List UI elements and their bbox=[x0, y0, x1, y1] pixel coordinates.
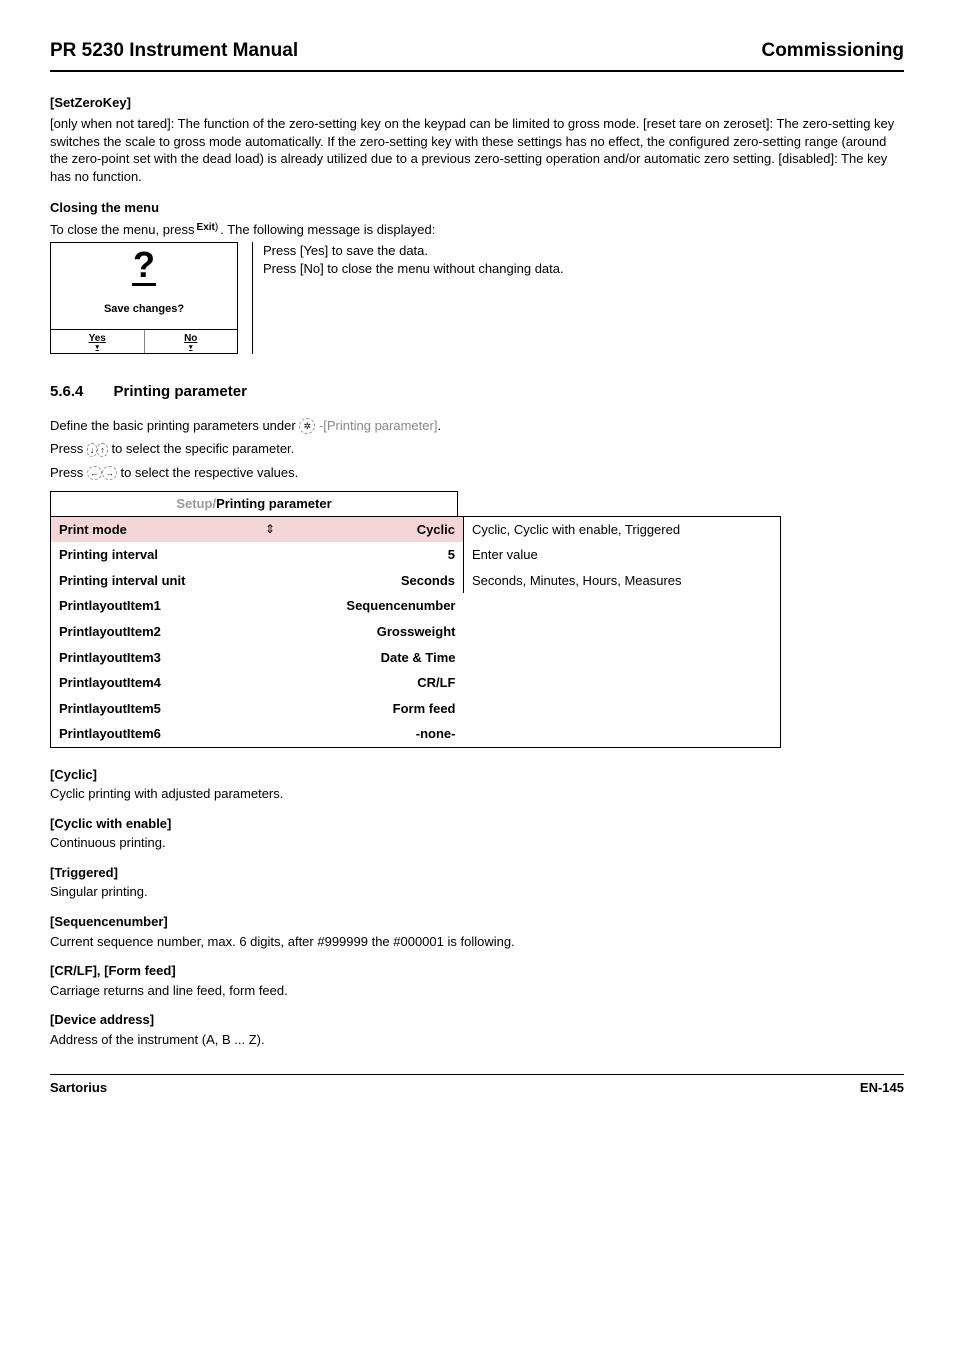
definition-body: Singular printing. bbox=[50, 883, 904, 901]
left-key-icon: ← bbox=[87, 466, 102, 480]
param-note: Cyclic, Cyclic with enable, Triggered bbox=[464, 516, 781, 542]
page-header: PR 5230 Instrument Manual Commissioning bbox=[50, 38, 904, 72]
exit-key-icon: Exit bbox=[197, 221, 219, 235]
header-right: Commissioning bbox=[761, 38, 904, 64]
definition-body: Current sequence number, max. 6 digits, … bbox=[50, 933, 904, 951]
section-heading: 5.6.4 Printing parameter bbox=[50, 382, 904, 402]
table-row: Printing interval unitSecondsSeconds, Mi… bbox=[51, 568, 781, 594]
setzerokey-body: [only when not tared]: The function of t… bbox=[50, 115, 904, 185]
param-label: PrintlayoutItem2 bbox=[51, 619, 258, 645]
lcd-save-text: Save changes? bbox=[51, 286, 237, 329]
table-row: Print mode⇕CyclicCyclic, Cyclic with ena… bbox=[51, 516, 781, 542]
definition-block: [Cyclic with enable]Continuous printing. bbox=[50, 815, 904, 852]
definition-title: [CR/LF], [Form feed] bbox=[50, 962, 904, 980]
table-row: PrintlayoutItem1Sequencenumber bbox=[51, 593, 781, 619]
press-yes-text: Press [Yes] to save the data. bbox=[263, 242, 564, 260]
param-value: -none- bbox=[257, 721, 464, 747]
lcd-screenshot: ? Save changes? Yes▾ No▾ bbox=[50, 242, 238, 354]
param-value: ⇕Cyclic bbox=[257, 516, 464, 542]
param-table: Print mode⇕CyclicCyclic, Cyclic with ena… bbox=[50, 516, 781, 748]
closing-line-post: . The following message is displayed: bbox=[220, 221, 435, 239]
closing-line: To close the menu, press Exit . The foll… bbox=[50, 221, 904, 239]
definition-title: [Device address] bbox=[50, 1011, 904, 1029]
param-label: PrintlayoutItem3 bbox=[51, 645, 258, 671]
table-header-grey: Setup/ bbox=[176, 496, 216, 511]
param-value: CR/LF bbox=[257, 670, 464, 696]
table-header-bold: Printing parameter bbox=[216, 496, 332, 511]
definition-body: Carriage returns and line feed, form fee… bbox=[50, 982, 904, 1000]
param-value: Grossweight bbox=[257, 619, 464, 645]
param-label: Printing interval bbox=[51, 542, 258, 568]
press-updown-line: Press ↓↑ to select the specific paramete… bbox=[50, 440, 904, 458]
table-row: PrintlayoutItem2Grossweight bbox=[51, 619, 781, 645]
param-value: Form feed bbox=[257, 696, 464, 722]
setzerokey-title: [SetZeroKey] bbox=[50, 94, 904, 112]
footer-right: EN-145 bbox=[860, 1079, 904, 1097]
definition-block: [CR/LF], [Form feed] Carriage returns and… bbox=[50, 962, 904, 999]
param-label: PrintlayoutItem1 bbox=[51, 593, 258, 619]
definition-title: [Cyclic] bbox=[50, 766, 904, 784]
lcd-no-button[interactable]: No▾ bbox=[145, 330, 238, 353]
section-number: 5.6.4 bbox=[50, 383, 83, 400]
param-value: Seconds bbox=[257, 568, 464, 594]
question-icon: ? bbox=[51, 243, 237, 286]
updown-icon: ⇕ bbox=[265, 521, 279, 537]
setup-gear-icon: ✲ bbox=[299, 418, 315, 434]
definition-block: [Triggered]Singular printing. bbox=[50, 864, 904, 901]
table-row: PrintlayoutItem5Form feed bbox=[51, 696, 781, 722]
dialog-instructions: Press [Yes] to save the data. Press [No]… bbox=[252, 242, 564, 354]
closing-line-pre: To close the menu, press bbox=[50, 221, 195, 239]
definition-body: Continuous printing. bbox=[50, 834, 904, 852]
param-label: Printing interval unit bbox=[51, 568, 258, 594]
table-row: Printing interval5Enter value bbox=[51, 542, 781, 568]
definition-title: [Cyclic with enable] bbox=[50, 815, 904, 833]
param-note: Enter value bbox=[464, 542, 781, 568]
table-row: PrintlayoutItem4CR/LF bbox=[51, 670, 781, 696]
closing-title: Closing the menu bbox=[50, 199, 904, 217]
press-no-text: Press [No] to close the menu without cha… bbox=[263, 260, 564, 278]
param-label: PrintlayoutItem5 bbox=[51, 696, 258, 722]
right-key-icon: → bbox=[102, 466, 117, 480]
param-value: Date & Time bbox=[257, 645, 464, 671]
down-key-icon: ↓ bbox=[87, 443, 98, 457]
definition-body: Address of the instrument (A, B ... Z). bbox=[50, 1031, 904, 1049]
table-row: PrintlayoutItem3Date & Time bbox=[51, 645, 781, 671]
param-label: PrintlayoutItem6 bbox=[51, 721, 258, 747]
definition-title: [Triggered] bbox=[50, 864, 904, 882]
param-label: Print mode bbox=[51, 516, 258, 542]
param-label: PrintlayoutItem4 bbox=[51, 670, 258, 696]
section-title: Printing parameter bbox=[114, 383, 247, 400]
param-value: 5 bbox=[257, 542, 464, 568]
press-leftright-line: Press ←→ to select the respective values… bbox=[50, 464, 904, 482]
param-note: Seconds, Minutes, Hours, Measures bbox=[464, 568, 781, 594]
definition-block: [Cyclic]Cyclic printing with adjusted pa… bbox=[50, 766, 904, 803]
definition-title: [Sequencenumber] bbox=[50, 913, 904, 931]
header-left: PR 5230 Instrument Manual bbox=[50, 38, 298, 64]
definition-block: [Device address] Address of the instrumen… bbox=[50, 1011, 904, 1048]
table-header: Setup/Printing parameter bbox=[50, 491, 458, 516]
save-dialog-block: ? Save changes? Yes▾ No▾ Press [Yes] to … bbox=[50, 242, 904, 354]
footer-left: Sartorius bbox=[50, 1079, 107, 1097]
param-table-wrapper: Setup/Printing parameter Print mode⇕Cycl… bbox=[50, 491, 904, 747]
lcd-yes-button[interactable]: Yes▾ bbox=[51, 330, 145, 353]
printing-parameter-link: -[Printing parameter] bbox=[319, 418, 438, 433]
table-row: PrintlayoutItem6-none- bbox=[51, 721, 781, 747]
param-value: Sequencenumber bbox=[257, 593, 464, 619]
up-key-icon: ↑ bbox=[97, 443, 108, 457]
definition-block: [Sequencenumber] Current sequence number,… bbox=[50, 913, 904, 950]
section-intro: Define the basic printing parameters und… bbox=[50, 417, 904, 435]
definition-body: Cyclic printing with adjusted parameters… bbox=[50, 785, 904, 803]
page-footer: Sartorius EN-145 bbox=[50, 1074, 904, 1097]
